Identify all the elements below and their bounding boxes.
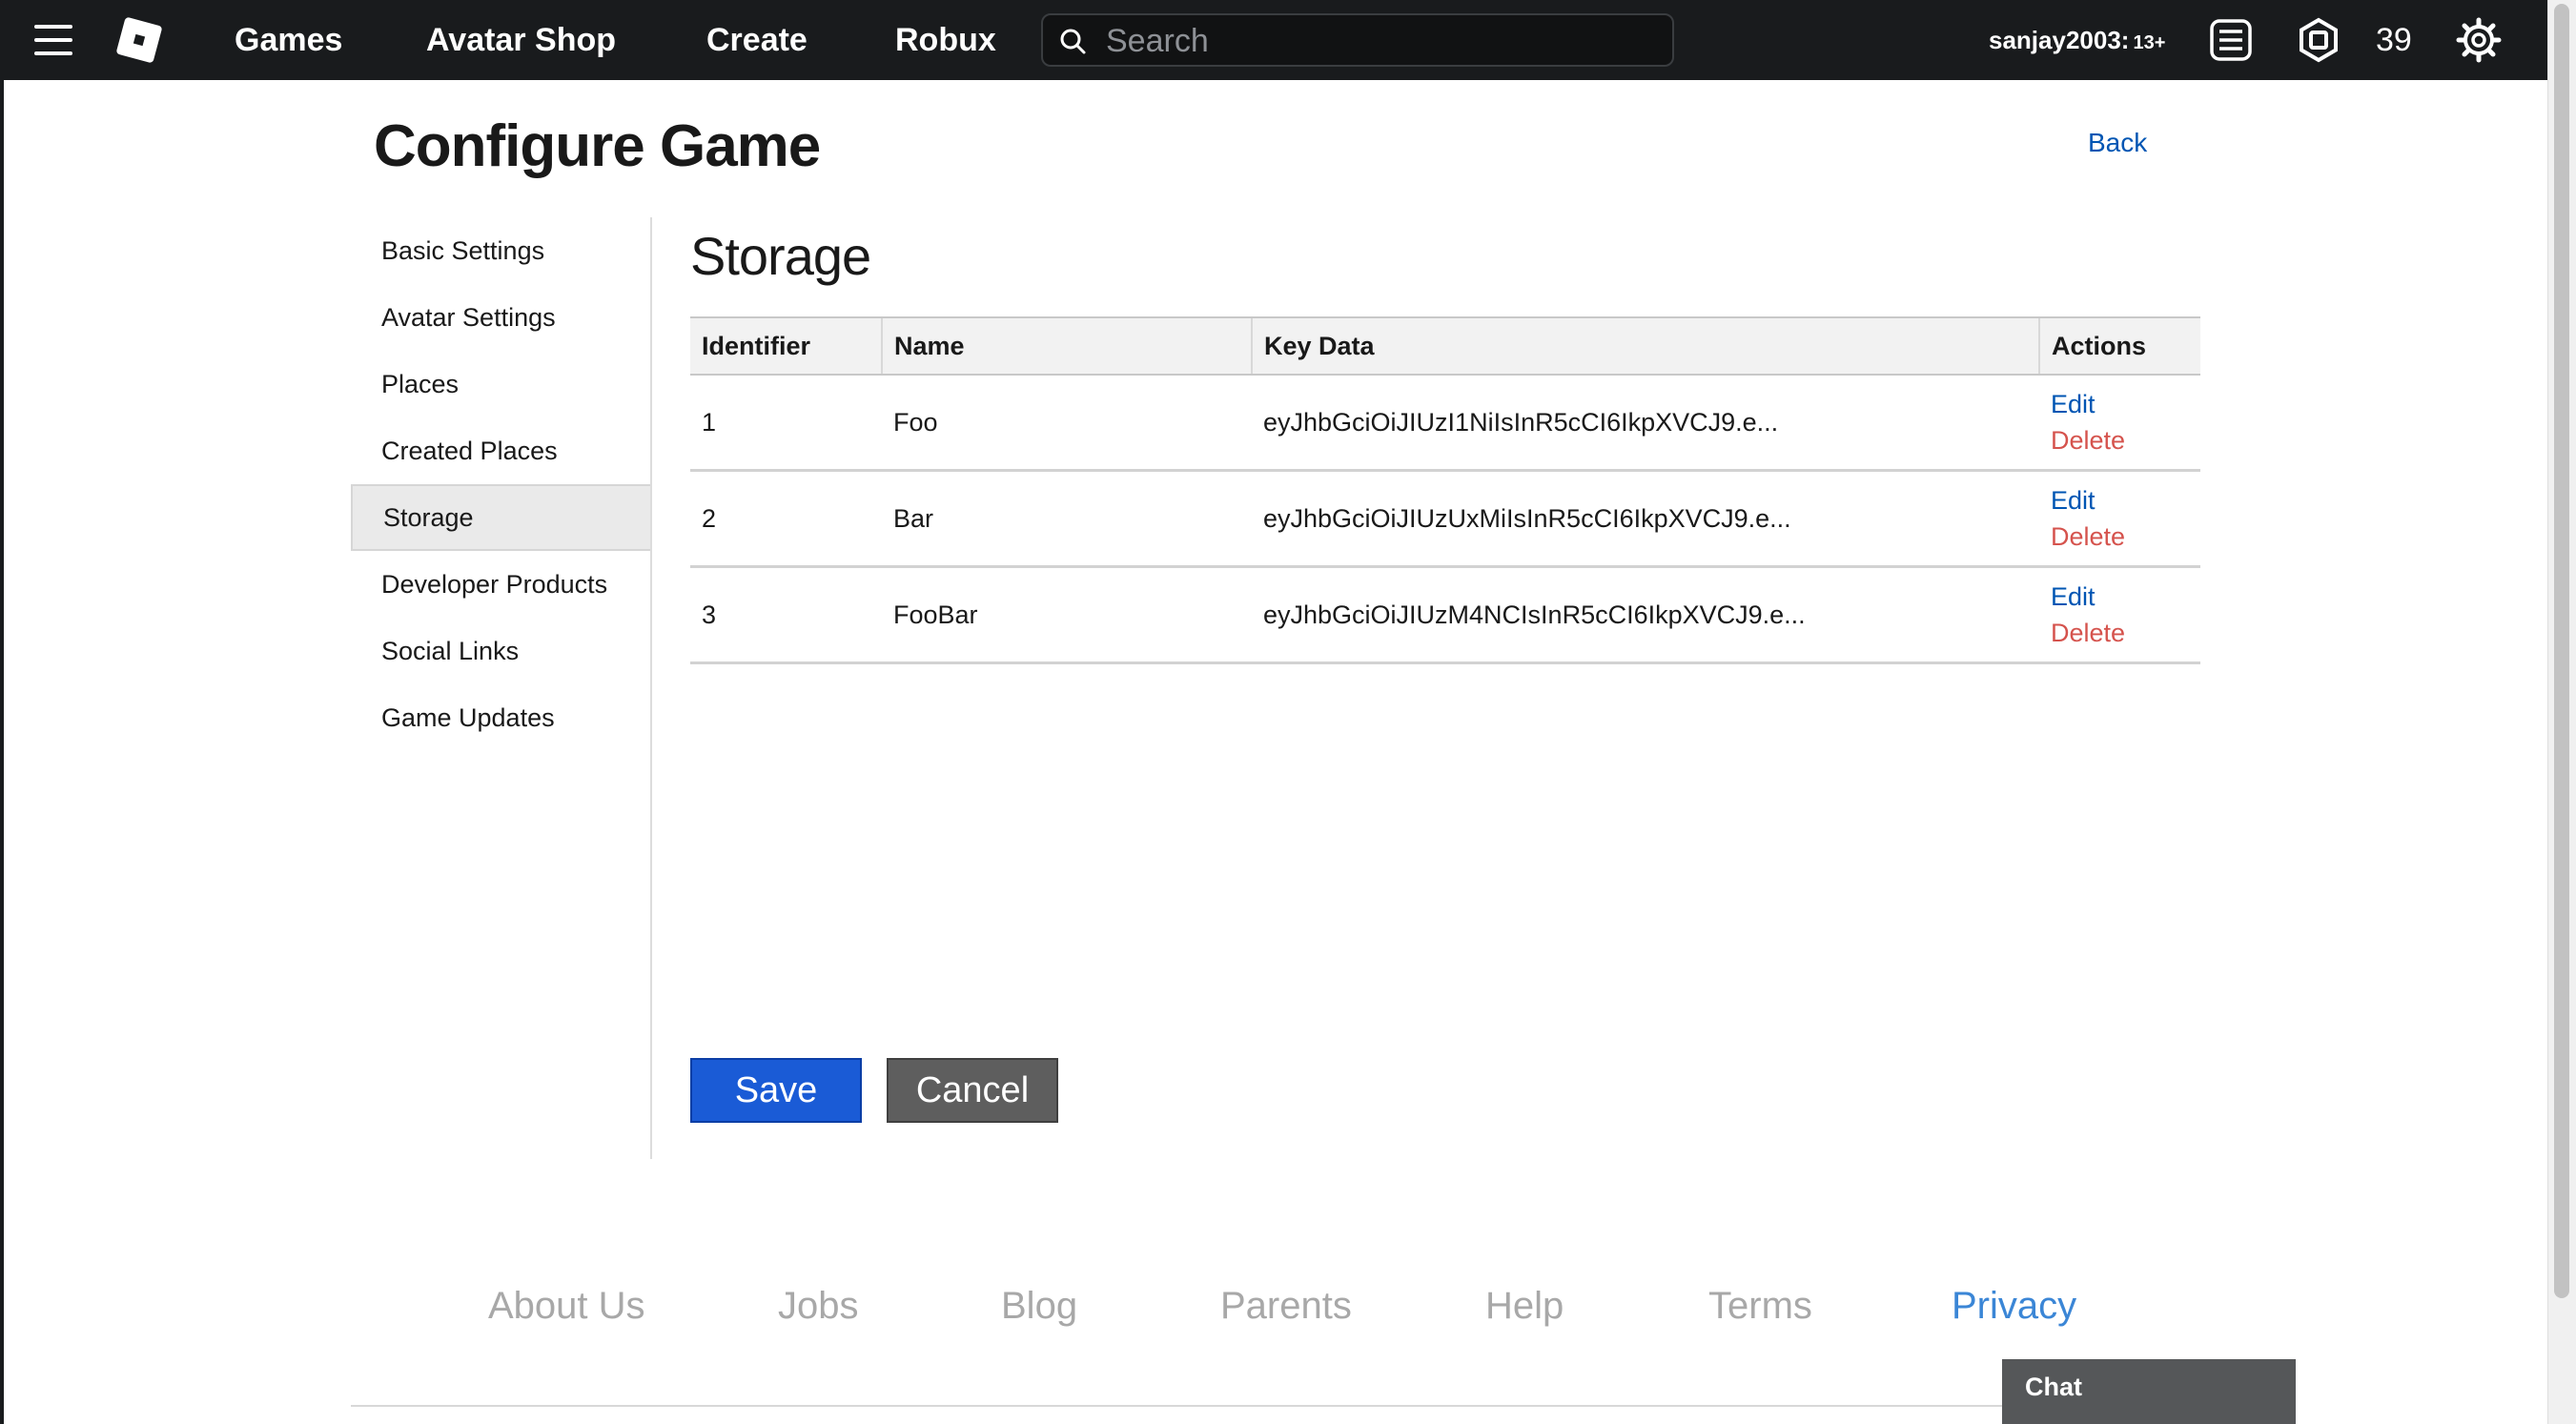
search-input[interactable] [1104, 21, 1661, 61]
cell-actions: Edit Delete [2039, 470, 2200, 568]
configure-sidebar: Basic Settings Avatar Settings Places Cr… [351, 217, 650, 751]
column-header-name: Name [881, 316, 1252, 376]
settings-gear-icon[interactable] [2456, 17, 2502, 63]
cell-name: Bar [882, 470, 1252, 568]
delete-link[interactable]: Delete [2051, 615, 2189, 651]
sidebar-item-basic-settings[interactable]: Basic Settings [351, 217, 650, 284]
column-header-identifier: Identifier [690, 316, 882, 376]
back-link[interactable]: Back [2088, 128, 2147, 158]
cell-key-data: eyJhbGciOiJIUzM4NCIsInR5cCI6IkpXVCJ9.e..… [1252, 566, 2039, 664]
footer-link-parents[interactable]: Parents [1220, 1285, 1352, 1328]
sidebar-item-avatar-settings[interactable]: Avatar Settings [351, 284, 650, 351]
search-box [1041, 13, 1674, 67]
sidebar-item-storage[interactable]: Storage [351, 484, 650, 551]
edit-link[interactable]: Edit [2051, 579, 2189, 615]
scrollbar-thumb[interactable] [2554, 4, 2569, 1298]
table-row: 3 FooBar eyJhbGciOiJIUzM4NCIsInR5cCI6Ikp… [690, 566, 2200, 664]
cell-name: Foo [882, 375, 1252, 472]
nav-games[interactable]: Games [235, 0, 342, 80]
cell-name: FooBar [882, 566, 1252, 664]
cell-key-data: eyJhbGciOiJIUzI1NiIsInR5cCI6IkpXVCJ9.e..… [1252, 375, 2039, 472]
footer-link-blog[interactable]: Blog [1001, 1285, 1077, 1328]
cancel-button[interactable]: Cancel [887, 1058, 1058, 1123]
sidebar-item-places[interactable]: Places [351, 351, 650, 417]
section-title: Storage [690, 226, 871, 286]
nav-avatar-shop[interactable]: Avatar Shop [426, 0, 616, 80]
sidebar-item-game-updates[interactable]: Game Updates [351, 684, 650, 751]
top-navigation-bar: Games Avatar Shop Create Robux sanjay200… [0, 0, 2547, 80]
search-icon[interactable] [1058, 27, 1087, 55]
column-header-key-data: Key Data [1251, 316, 2039, 376]
column-header-actions: Actions [2038, 316, 2200, 376]
table-row: 2 Bar eyJhbGciOiJIUzUxMiIsInR5cCI6IkpXVC… [690, 470, 2200, 568]
footer-link-about-us[interactable]: About Us [488, 1285, 645, 1328]
footer-link-terms[interactable]: Terms [1708, 1285, 1812, 1328]
footer-divider [351, 1405, 2124, 1407]
sidebar-item-developer-products[interactable]: Developer Products [351, 551, 650, 618]
menu-icon[interactable] [34, 25, 72, 55]
nav-robux[interactable]: Robux [895, 0, 996, 80]
delete-link[interactable]: Delete [2051, 422, 2189, 458]
age-badge: 13+ [2133, 32, 2166, 53]
cell-actions: Edit Delete [2039, 375, 2200, 472]
nav-create[interactable]: Create [706, 0, 808, 80]
storage-table: Identifier Name Key Data Actions 1 Foo e… [690, 316, 2200, 664]
chat-widget[interactable]: Chat [2002, 1359, 2296, 1424]
save-button[interactable]: Save [690, 1058, 862, 1123]
sidebar-item-created-places[interactable]: Created Places [351, 417, 650, 484]
sidebar-divider [650, 217, 652, 1159]
cell-key-data: eyJhbGciOiJIUzUxMiIsInR5cCI6IkpXVCJ9.e..… [1252, 470, 2039, 568]
robux-icon[interactable] [2296, 17, 2341, 63]
cell-identifier: 2 [690, 470, 882, 568]
table-row: 1 Foo eyJhbGciOiJIUzI1NiIsInR5cCI6IkpXVC… [690, 375, 2200, 472]
delete-link[interactable]: Delete [2051, 519, 2189, 555]
cell-identifier: 3 [690, 566, 882, 664]
edit-link[interactable]: Edit [2051, 386, 2189, 422]
roblox-logo-icon[interactable] [115, 16, 163, 64]
notifications-icon[interactable] [2208, 17, 2254, 63]
user-account[interactable]: sanjay2003: 13+ [1989, 0, 2165, 83]
robux-balance[interactable]: 39 [2376, 0, 2412, 80]
sidebar-item-social-links[interactable]: Social Links [351, 618, 650, 684]
page-scrollbar[interactable] [2547, 0, 2576, 1424]
footer-link-privacy[interactable]: Privacy [1952, 1285, 2076, 1328]
footer-link-jobs[interactable]: Jobs [778, 1285, 859, 1328]
edit-link[interactable]: Edit [2051, 482, 2189, 519]
cell-identifier: 1 [690, 375, 882, 472]
window-edge [0, 0, 4, 1424]
cell-actions: Edit Delete [2039, 566, 2200, 664]
table-header-row: Identifier Name Key Data Actions [690, 316, 2200, 376]
footer-link-help[interactable]: Help [1485, 1285, 1564, 1328]
username-label: sanjay2003: [1989, 26, 2130, 54]
page-title: Configure Game [374, 113, 821, 179]
